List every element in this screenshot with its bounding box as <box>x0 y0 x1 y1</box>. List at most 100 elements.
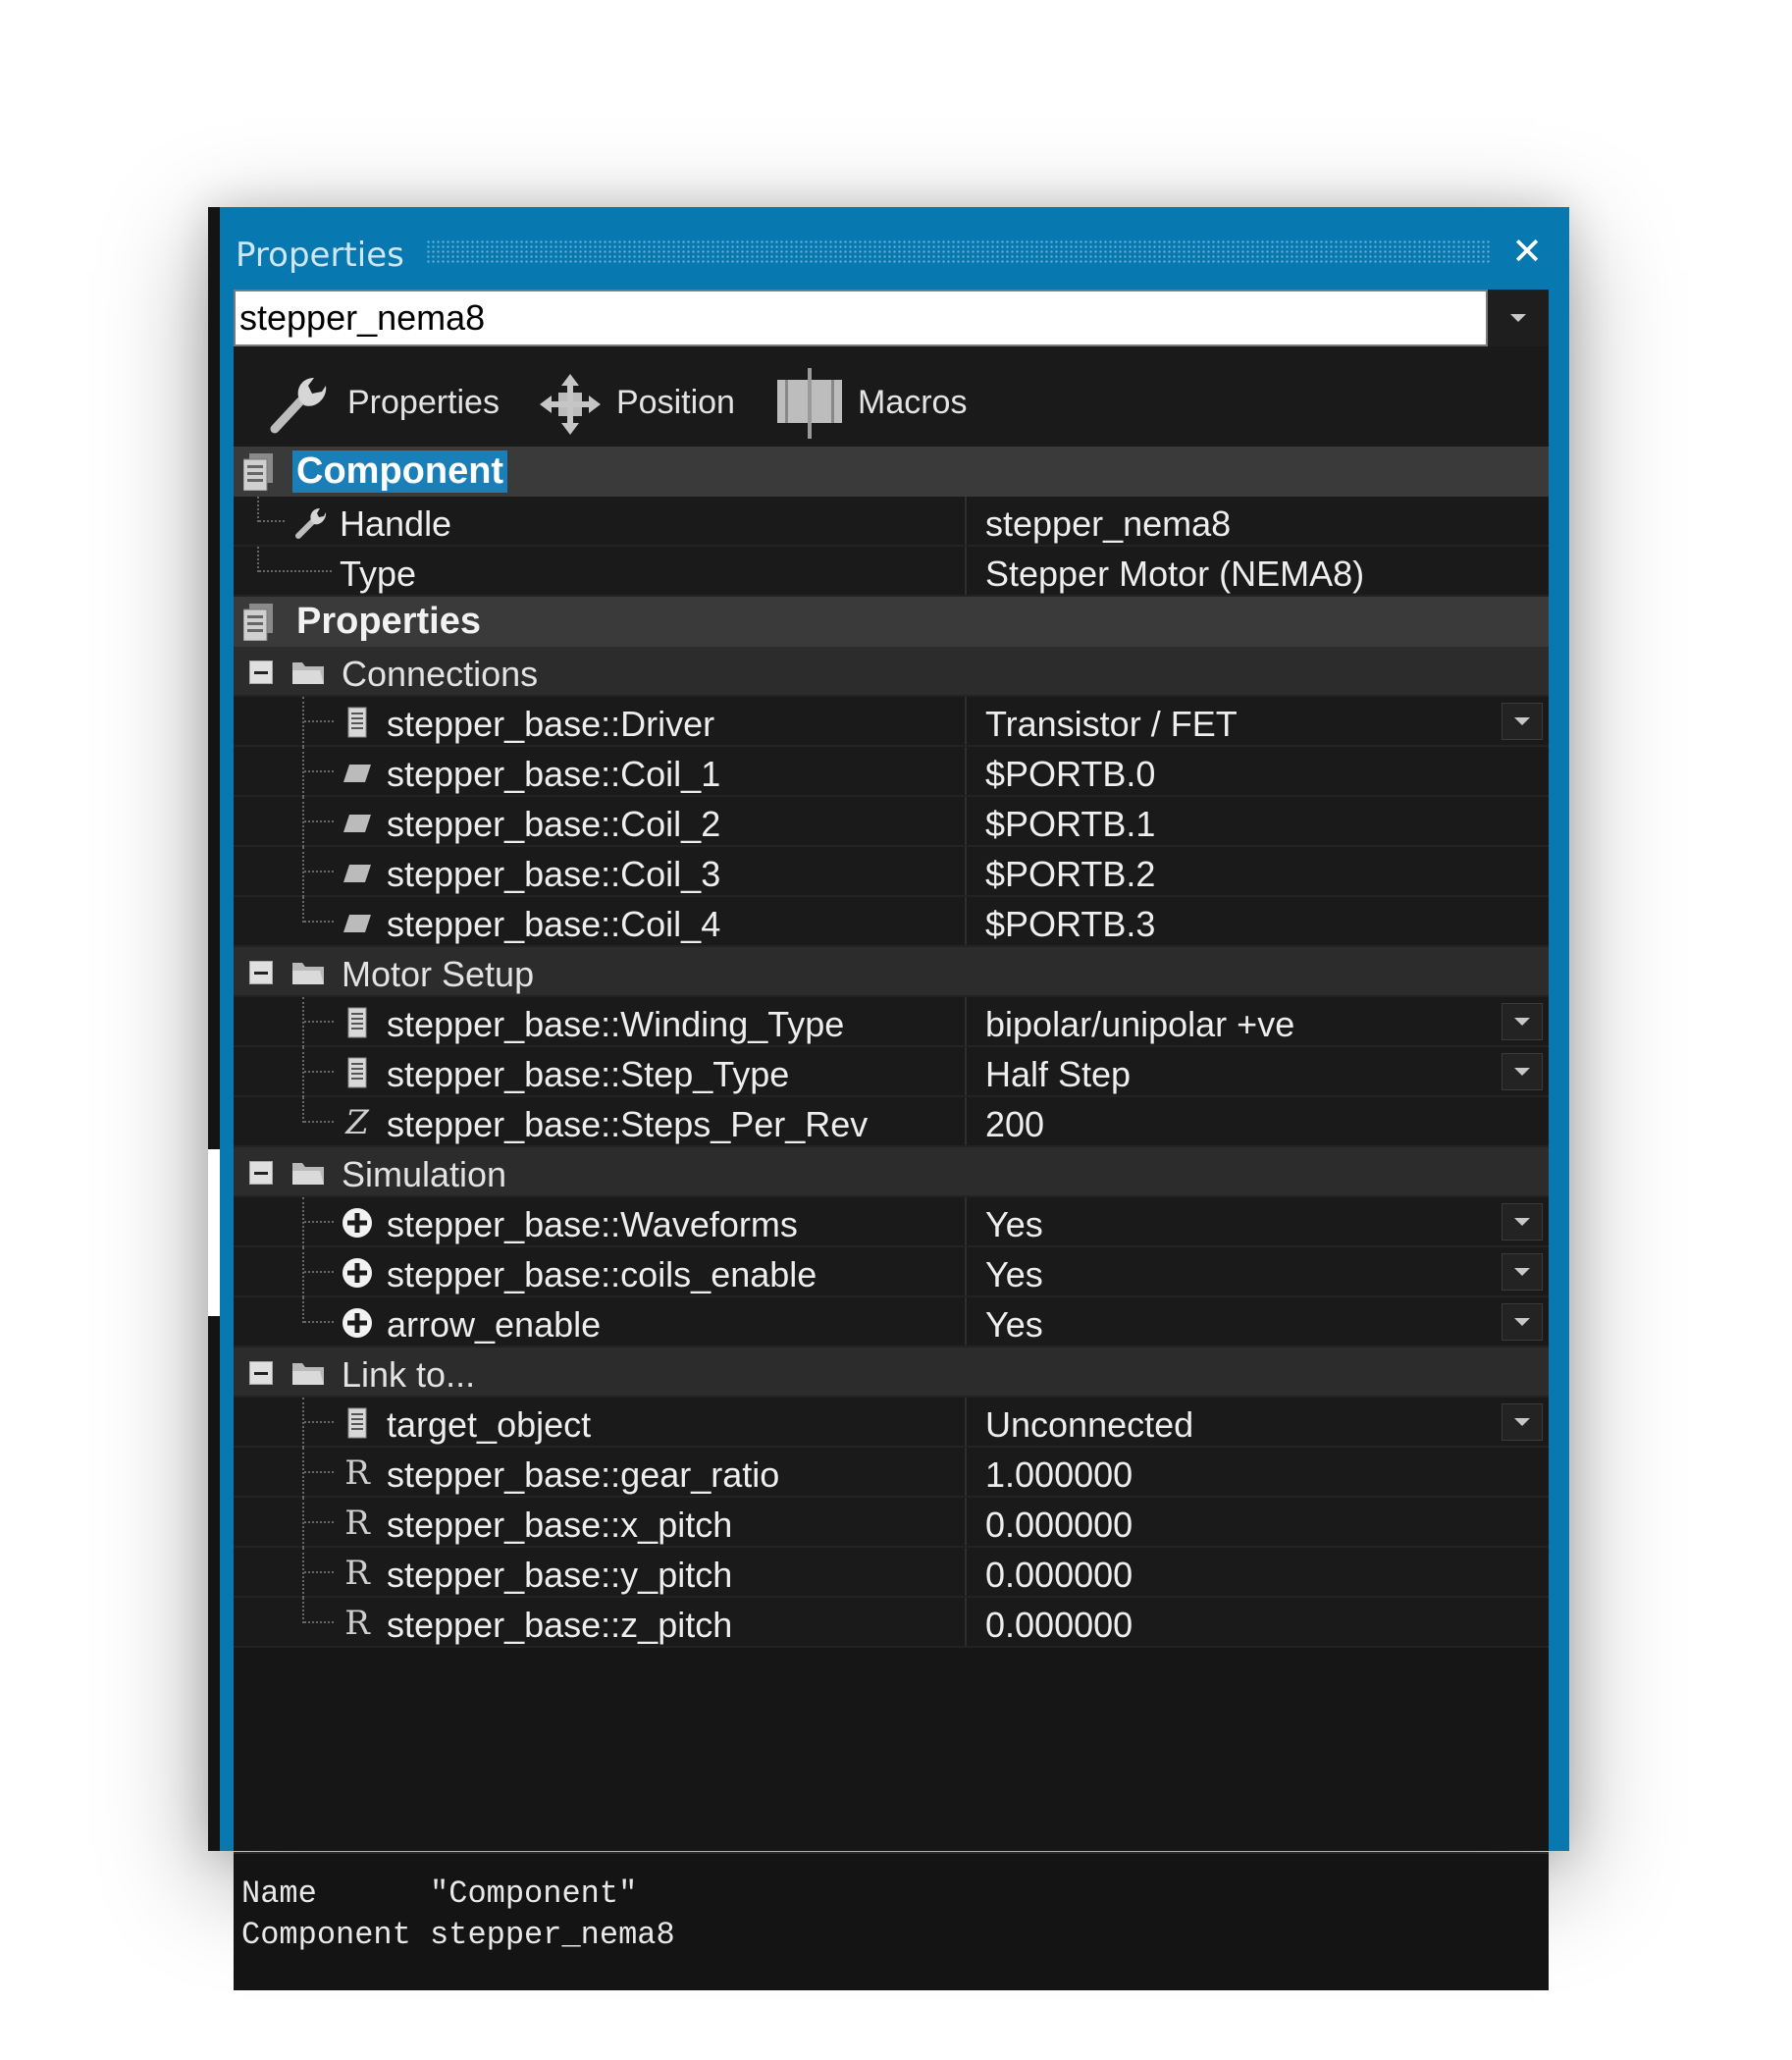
property-gear-ratio-value[interactable]: 1.000000 <box>985 1454 1133 1496</box>
property-coil-1-value[interactable]: $PORTB.0 <box>985 754 1155 795</box>
description-panel: Name "Component" Component stepper_nema8 <box>234 1852 1549 1990</box>
folder-icon <box>292 1363 324 1385</box>
property-target-object-value[interactable]: Unconnected <box>985 1404 1193 1446</box>
property-coil-3-name: stepper_base::Coil_3 <box>387 854 721 894</box>
folder-icon <box>292 662 324 684</box>
group-motor-setup-label: Motor Setup <box>342 954 535 994</box>
property-handle-value[interactable]: stepper_nema8 <box>985 503 1231 545</box>
property-row-type[interactable]: Type Stepper Motor (NEMA8) <box>234 547 1549 597</box>
property-target-object-name: target_object <box>387 1404 592 1445</box>
plus-circle-icon <box>343 1308 372 1338</box>
list-icon <box>347 1057 367 1088</box>
collapse-icon[interactable] <box>249 961 273 984</box>
property-coil-4-value[interactable]: $PORTB.3 <box>985 904 1155 945</box>
real-icon: R <box>344 1504 370 1543</box>
real-icon: R <box>344 1554 370 1593</box>
property-y-pitch-value[interactable]: 0.000000 <box>985 1555 1133 1596</box>
collapse-icon[interactable] <box>249 1161 273 1185</box>
folder-icon <box>292 1163 324 1185</box>
property-row-z-pitch[interactable]: R stepper_base::z_pitch 0.000000 <box>234 1598 1549 1648</box>
property-x-pitch-value[interactable]: 0.000000 <box>985 1505 1133 1546</box>
property-winding-type-dropdown[interactable] <box>1502 1003 1543 1040</box>
list-icon <box>347 1007 367 1038</box>
group-link-to[interactable]: Link to... <box>234 1347 1549 1398</box>
tab-properties-label: Properties <box>347 384 500 421</box>
property-row-y-pitch[interactable]: R stepper_base::y_pitch 0.000000 <box>234 1548 1549 1598</box>
group-motor-setup[interactable]: Motor Setup <box>234 947 1549 997</box>
property-row-target-object[interactable]: target_object Unconnected <box>234 1398 1549 1448</box>
list-icon <box>347 1407 367 1439</box>
property-z-pitch-value[interactable]: 0.000000 <box>985 1605 1133 1646</box>
property-driver-name: stepper_base::Driver <box>387 704 715 744</box>
property-target-object-dropdown[interactable] <box>1502 1403 1543 1441</box>
property-step-type-value[interactable]: Half Step <box>985 1054 1131 1095</box>
property-coils-enable-value[interactable]: Yes <box>985 1254 1043 1295</box>
property-waveforms-name: stepper_base::Waveforms <box>387 1204 798 1244</box>
property-arrow-enable-value[interactable]: Yes <box>985 1304 1043 1346</box>
group-connections-label: Connections <box>342 654 539 694</box>
collapse-icon[interactable] <box>249 660 273 684</box>
component-selector[interactable]: stepper_nema8 <box>234 290 1549 346</box>
property-winding-type-name: stepper_base::Winding_Type <box>387 1004 845 1044</box>
property-coil-2-name: stepper_base::Coil_2 <box>387 804 721 844</box>
tab-properties[interactable]: Properties <box>267 372 512 434</box>
collapse-icon[interactable] <box>249 1361 273 1385</box>
property-row-coils-enable[interactable]: stepper_base::coils_enable Yes <box>234 1247 1549 1297</box>
chevron-down-icon <box>1514 1318 1530 1326</box>
chevron-down-icon <box>1514 1218 1530 1226</box>
group-connections[interactable]: Connections <box>234 647 1549 697</box>
category-properties[interactable]: Properties <box>234 597 1549 647</box>
property-row-driver[interactable]: stepper_base::Driver Transistor / FET <box>234 697 1549 747</box>
description-line-name: Name "Component" <box>241 1875 638 1912</box>
property-row-winding-type[interactable]: stepper_base::Winding_Type bipolar/unipo… <box>234 997 1549 1047</box>
property-driver-dropdown[interactable] <box>1502 703 1543 740</box>
property-waveforms-dropdown[interactable] <box>1502 1203 1543 1241</box>
tab-position[interactable]: Position <box>538 372 744 435</box>
group-link-to-label: Link to... <box>342 1354 476 1395</box>
property-coils-enable-dropdown[interactable] <box>1502 1253 1543 1291</box>
component-selector-dropdown-button[interactable] <box>1488 290 1549 346</box>
category-sheet-icon <box>243 604 273 641</box>
tab-macros[interactable]: Macros <box>773 368 979 439</box>
property-row-waveforms[interactable]: stepper_base::Waveforms Yes <box>234 1197 1549 1247</box>
property-row-arrow-enable[interactable]: arrow_enable Yes <box>234 1297 1549 1347</box>
property-row-coil-2[interactable]: stepper_base::Coil_2 $PORTB.1 <box>234 797 1549 847</box>
window-title: Properties <box>236 236 404 275</box>
chevron-down-icon <box>1514 1068 1530 1076</box>
property-waveforms-value[interactable]: Yes <box>985 1204 1043 1245</box>
plus-circle-icon <box>343 1258 372 1288</box>
property-grid: Component Handle stepper_nema8 Type Step… <box>234 447 1549 1648</box>
category-component[interactable]: Component <box>234 447 1549 497</box>
property-row-coil-4[interactable]: stepper_base::Coil_4 $PORTB.3 <box>234 897 1549 947</box>
integer-icon: Z <box>345 1103 369 1142</box>
property-coil-3-value[interactable]: $PORTB.2 <box>985 854 1155 895</box>
property-row-x-pitch[interactable]: R stepper_base::x_pitch 0.000000 <box>234 1498 1549 1548</box>
property-steps-per-rev-name: stepper_base::Steps_Per_Rev <box>387 1104 869 1144</box>
component-selector-value[interactable]: stepper_nema8 <box>234 290 1488 346</box>
property-step-type-dropdown[interactable] <box>1502 1053 1543 1090</box>
property-driver-value[interactable]: Transistor / FET <box>985 704 1238 745</box>
category-sheet-icon <box>243 453 273 491</box>
property-row-step-type[interactable]: stepper_base::Step_Type Half Step <box>234 1047 1549 1097</box>
property-row-coil-3[interactable]: stepper_base::Coil_3 $PORTB.2 <box>234 847 1549 897</box>
chevron-down-icon <box>1514 1418 1530 1426</box>
property-row-steps-per-rev[interactable]: Z stepper_base::Steps_Per_Rev 200 <box>234 1097 1549 1147</box>
property-arrow-enable-dropdown[interactable] <box>1502 1303 1543 1341</box>
property-row-handle[interactable]: Handle stepper_nema8 <box>234 497 1549 547</box>
property-arrow-enable-name: arrow_enable <box>387 1304 602 1345</box>
wrench-icon <box>295 508 327 539</box>
title-bar[interactable]: Properties ✕ <box>220 207 1569 290</box>
window-left-edge <box>208 207 220 1851</box>
property-steps-per-rev-value[interactable]: 200 <box>985 1104 1044 1145</box>
chevron-down-icon <box>1510 314 1526 322</box>
property-step-type-name: stepper_base::Step_Type <box>387 1054 790 1094</box>
chevron-down-icon <box>1514 1268 1530 1276</box>
property-type-name: Type <box>340 554 417 594</box>
pin-icon <box>343 765 371 782</box>
property-winding-type-value[interactable]: bipolar/unipolar +ve <box>985 1004 1294 1045</box>
property-coil-2-value[interactable]: $PORTB.1 <box>985 804 1155 845</box>
close-button[interactable]: ✕ <box>1506 231 1548 272</box>
group-simulation[interactable]: Simulation <box>234 1147 1549 1197</box>
property-row-coil-1[interactable]: stepper_base::Coil_1 $PORTB.0 <box>234 747 1549 797</box>
property-row-gear-ratio[interactable]: R stepper_base::gear_ratio 1.000000 <box>234 1448 1549 1498</box>
